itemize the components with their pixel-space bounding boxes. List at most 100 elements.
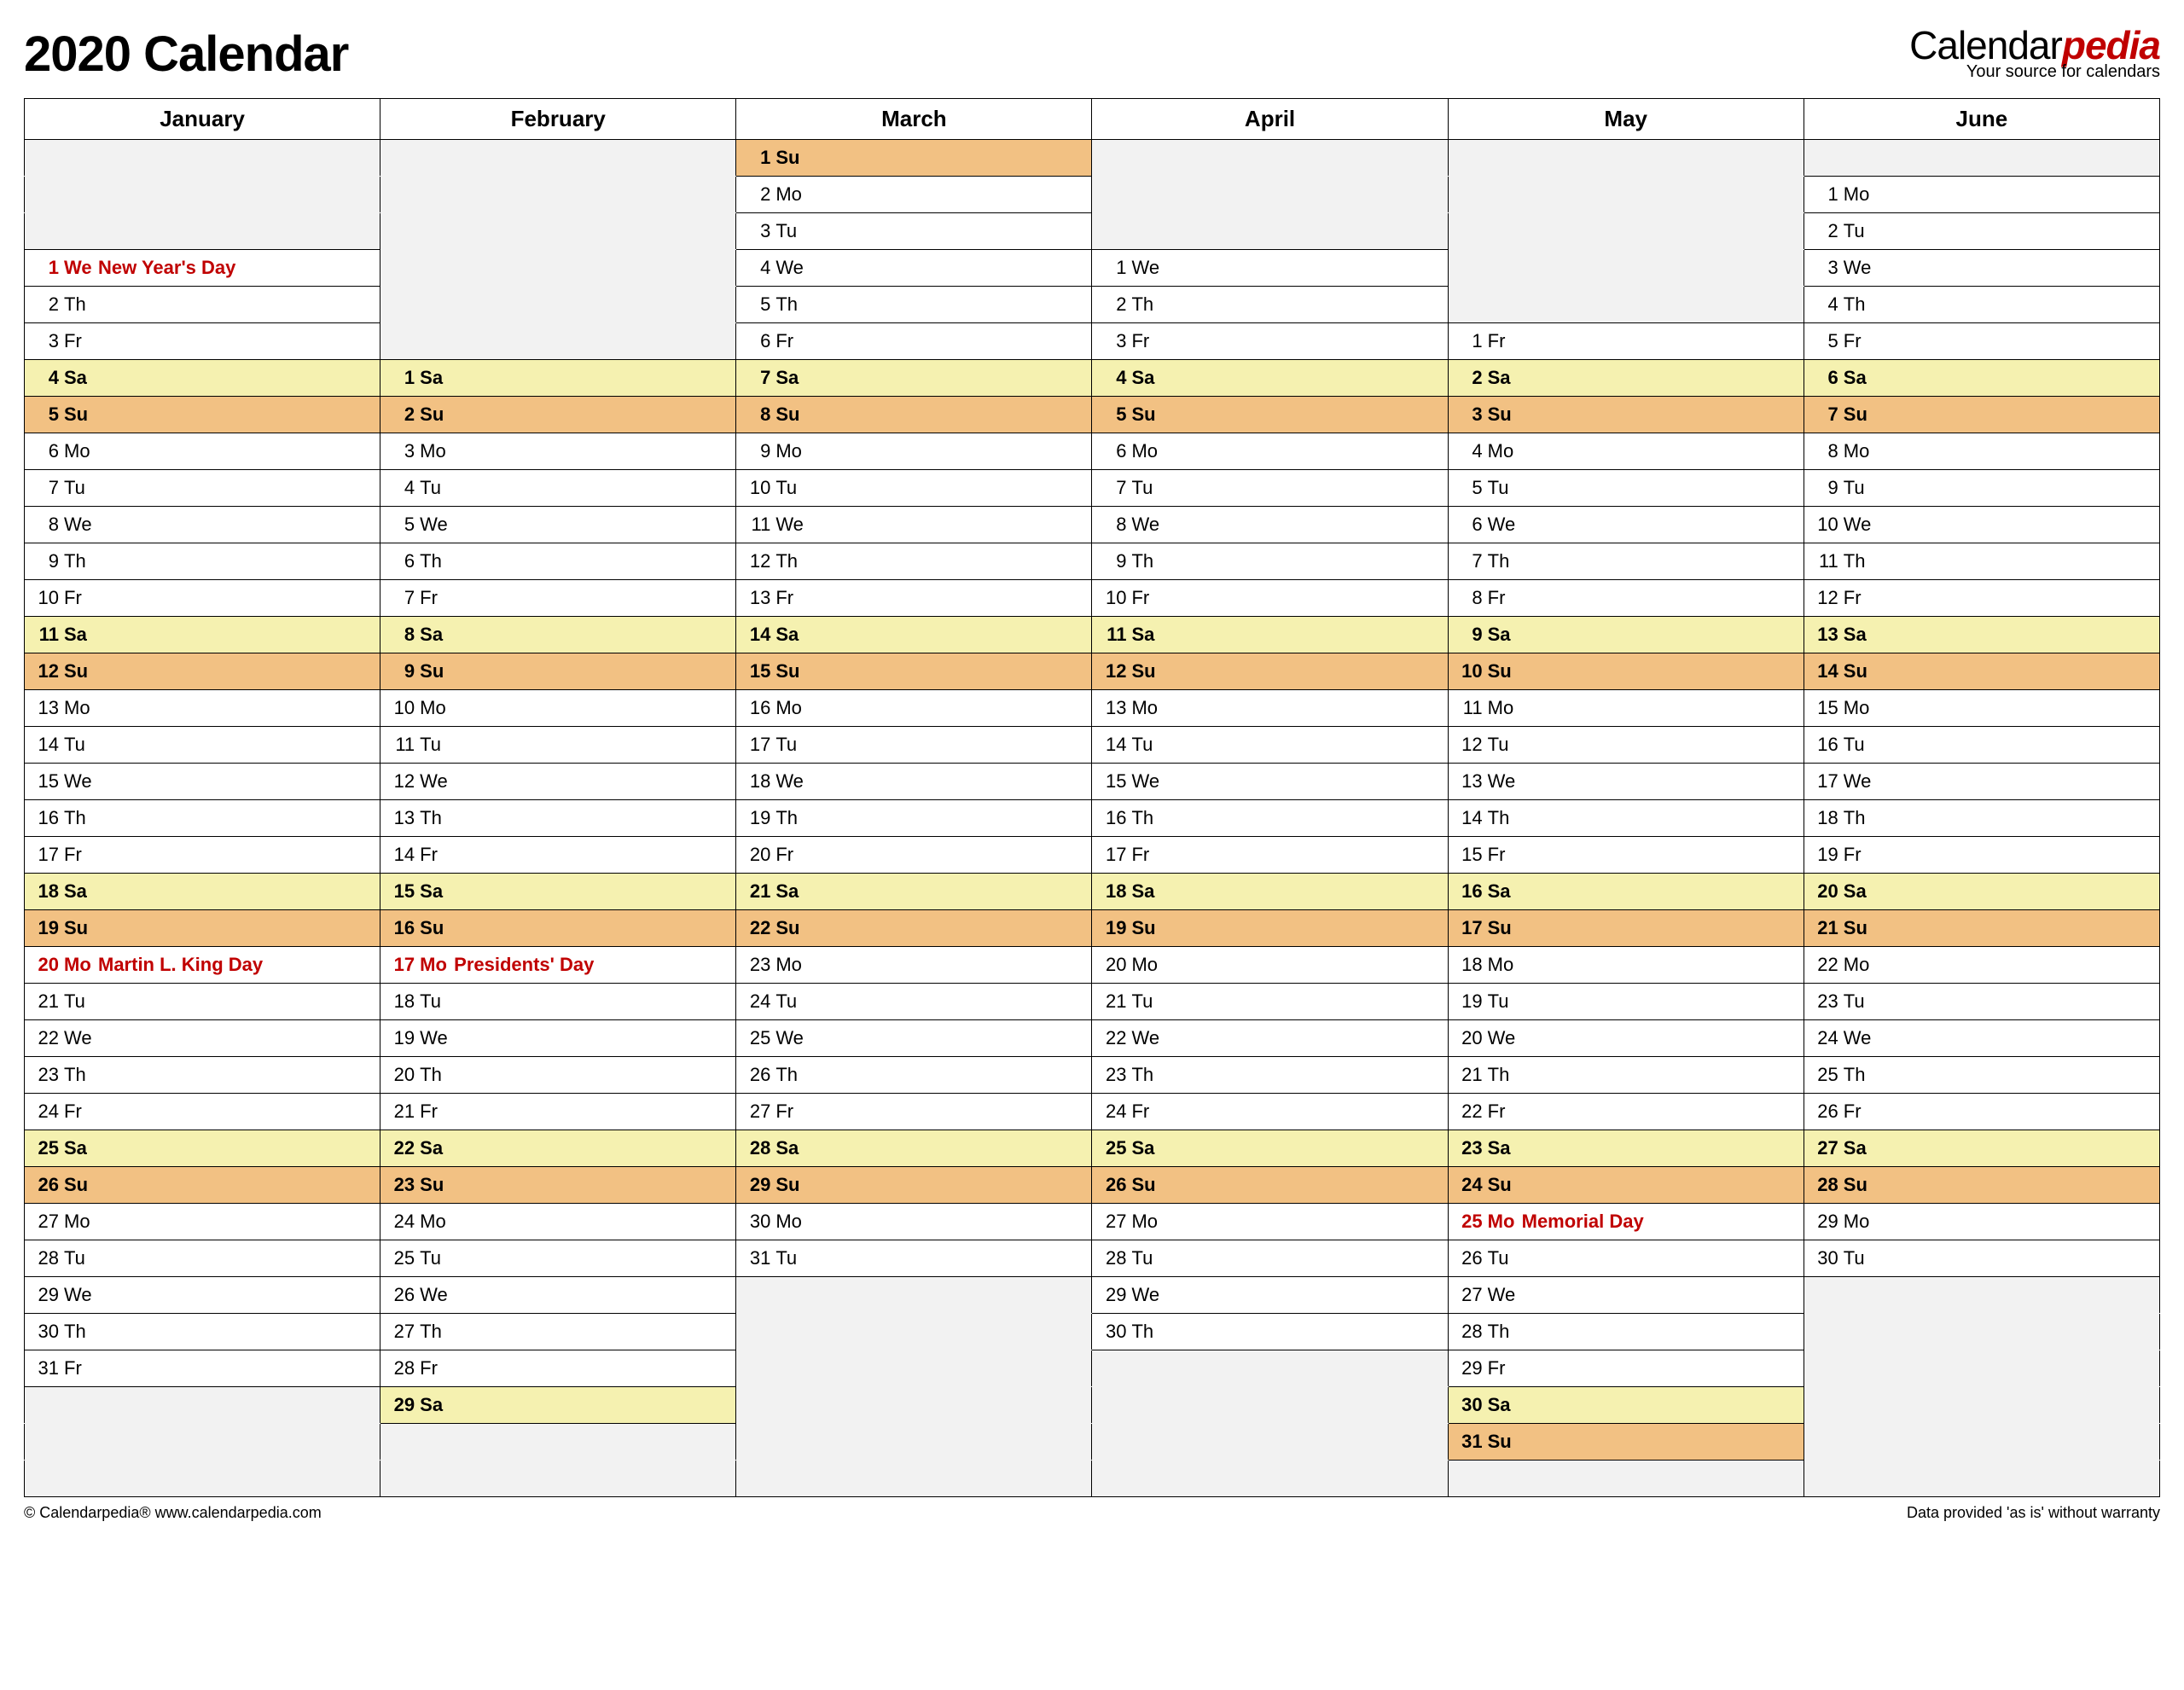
day-cell: 25Th xyxy=(1804,1057,2159,1094)
logo-suffix: pedia xyxy=(2062,23,2160,67)
day-cell: 22Mo xyxy=(1804,947,2159,984)
day-number: 2 xyxy=(33,293,59,316)
calendar-row: 18Sa15Sa21Sa18Sa16Sa20Sa xyxy=(25,874,2160,910)
day-weekday: Su xyxy=(1844,1174,1874,1196)
day-weekday: Su xyxy=(64,1174,95,1196)
day-number: 1 xyxy=(1101,257,1126,279)
day-weekday: Su xyxy=(420,660,450,682)
day-weekday: Tu xyxy=(1844,220,1874,242)
day-number: 9 xyxy=(1101,550,1126,572)
day-weekday: Su xyxy=(775,147,806,169)
day-number: 12 xyxy=(745,550,770,572)
day-cell: 23Su xyxy=(380,1167,736,1204)
day-cell: 2Sa xyxy=(1448,360,1804,397)
day-weekday: Tu xyxy=(420,477,450,499)
day-weekday: Th xyxy=(1844,807,1874,829)
day-weekday: Tu xyxy=(1488,734,1519,756)
day-cell: 16Su xyxy=(380,910,736,947)
day-weekday: Mo xyxy=(1844,954,1874,976)
day-number: 5 xyxy=(389,514,415,536)
empty-cell xyxy=(1448,213,1804,250)
day-cell: 7Sa xyxy=(736,360,1092,397)
day-weekday: Fr xyxy=(1488,1101,1519,1123)
calendar-row: 12Su9Su15Su12Su10Su14Su xyxy=(25,653,2160,690)
day-number: 30 xyxy=(33,1321,59,1343)
day-cell: 8We xyxy=(1092,507,1448,543)
day-number: 23 xyxy=(389,1174,415,1196)
calendar-row: 7Tu4Tu10Tu7Tu5Tu9Tu xyxy=(25,470,2160,507)
day-cell: 10We xyxy=(1804,507,2159,543)
day-number: 31 xyxy=(33,1357,59,1379)
day-cell: 31Tu xyxy=(736,1240,1092,1277)
calendar-row: 15We12We18We15We13We17We xyxy=(25,764,2160,800)
day-cell: 16Mo xyxy=(736,690,1092,727)
day-number: 10 xyxy=(389,697,415,719)
day-cell: 10Fr xyxy=(1092,580,1448,617)
day-number: 23 xyxy=(1457,1137,1483,1159)
day-weekday: Tu xyxy=(64,734,95,756)
day-cell: 6Mo xyxy=(1092,433,1448,470)
day-number: 15 xyxy=(1813,697,1838,719)
day-cell: 25Sa xyxy=(25,1130,380,1167)
day-number: 29 xyxy=(33,1284,59,1306)
calendar-row: 6Mo3Mo9Mo6Mo4Mo8Mo xyxy=(25,433,2160,470)
empty-cell xyxy=(25,140,380,177)
day-weekday: Sa xyxy=(1488,880,1519,903)
day-number: 31 xyxy=(1457,1431,1483,1453)
day-weekday: Mo xyxy=(420,440,450,462)
day-number: 27 xyxy=(1813,1137,1838,1159)
day-weekday: Fr xyxy=(1844,844,1874,866)
logo-main: Calendarpedia xyxy=(1909,26,2160,65)
day-number: 19 xyxy=(389,1027,415,1049)
day-weekday: Fr xyxy=(775,587,806,609)
day-cell: 27Mo xyxy=(25,1204,380,1240)
day-number: 29 xyxy=(1813,1211,1838,1233)
day-number: 28 xyxy=(745,1137,770,1159)
day-cell: 15Fr xyxy=(1448,837,1804,874)
day-cell: 14Tu xyxy=(25,727,380,764)
day-weekday: Sa xyxy=(1844,880,1874,903)
day-cell: 16Th xyxy=(25,800,380,837)
day-cell: 21Tu xyxy=(25,984,380,1020)
day-weekday: Tu xyxy=(1131,990,1162,1013)
holiday-label: Memorial Day xyxy=(1522,1211,1644,1232)
day-number: 2 xyxy=(1813,220,1838,242)
calendar-row: 25Sa22Sa28Sa25Sa23Sa27Sa xyxy=(25,1130,2160,1167)
day-number: 16 xyxy=(1101,807,1126,829)
day-number: 10 xyxy=(1101,587,1126,609)
day-weekday: Fr xyxy=(64,1101,95,1123)
day-cell: 16Tu xyxy=(1804,727,2159,764)
day-cell: 6We xyxy=(1448,507,1804,543)
day-cell: 27We xyxy=(1448,1277,1804,1314)
day-number: 15 xyxy=(745,660,770,682)
day-cell: 2Th xyxy=(25,287,380,323)
day-weekday: Tu xyxy=(1488,1247,1519,1269)
day-number: 26 xyxy=(1457,1247,1483,1269)
day-number: 28 xyxy=(33,1247,59,1269)
day-cell: 5Tu xyxy=(1448,470,1804,507)
day-number: 13 xyxy=(389,807,415,829)
empty-cell xyxy=(736,1350,1092,1387)
day-number: 15 xyxy=(389,880,415,903)
day-number: 18 xyxy=(389,990,415,1013)
day-cell: 28Sa xyxy=(736,1130,1092,1167)
day-weekday: Mo xyxy=(775,183,806,206)
day-cell: 19Tu xyxy=(1448,984,1804,1020)
day-number: 10 xyxy=(745,477,770,499)
empty-cell xyxy=(380,177,736,213)
day-cell: 9Tu xyxy=(1804,470,2159,507)
empty-cell xyxy=(380,1461,736,1497)
day-weekday: We xyxy=(1844,1027,1874,1049)
day-number: 19 xyxy=(745,807,770,829)
day-cell: 18Tu xyxy=(380,984,736,1020)
day-number: 13 xyxy=(1813,624,1838,646)
day-cell: 17Su xyxy=(1448,910,1804,947)
day-number: 15 xyxy=(1101,770,1126,793)
day-number: 13 xyxy=(1457,770,1483,793)
day-weekday: Tu xyxy=(775,734,806,756)
day-number: 21 xyxy=(745,880,770,903)
day-number: 24 xyxy=(389,1211,415,1233)
calendar-row: 28Tu25Tu31Tu28Tu26Tu30Tu xyxy=(25,1240,2160,1277)
day-weekday: Fr xyxy=(420,1101,450,1123)
day-cell: 30Th xyxy=(1092,1314,1448,1350)
